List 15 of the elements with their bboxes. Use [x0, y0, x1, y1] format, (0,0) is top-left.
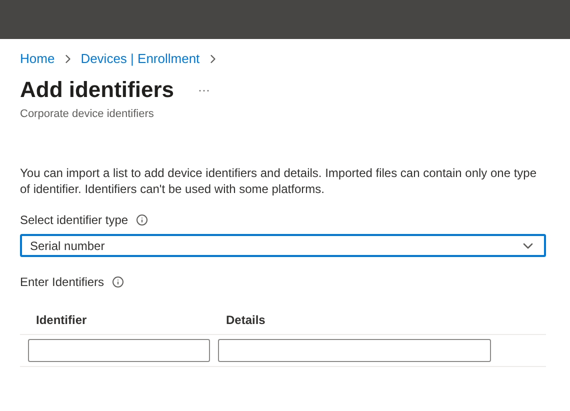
- page-subtitle: Corporate device identifiers: [20, 106, 155, 122]
- description: You can import a list to add device identifiers and details. Imported files can contain only one type of identifier. Identifiers can't be used with some platforms.: [20, 165, 538, 197]
- breadcrumb-link[interactable]: Home: [20, 49, 55, 68]
- field-label: Enter Identifiers: [20, 274, 104, 291]
- identifier-input-field[interactable]: [28, 339, 210, 362]
- column-header: Identifier: [35, 312, 88, 328]
- breadcrumb-link[interactable]: Devices | Enrollment: [80, 49, 200, 68]
- info-icon: [112, 276, 124, 288]
- more-button[interactable]: ···: [198, 80, 210, 98]
- info-icon: [136, 214, 148, 226]
- page-title: Add identifiers: [20, 76, 174, 104]
- identifier-type-dropdown[interactable]: Serial number: [20, 234, 546, 257]
- column-header: Details: [225, 312, 266, 328]
- field-label: Select identifier type: [20, 212, 128, 229]
- details-input-field[interactable]: [218, 339, 491, 362]
